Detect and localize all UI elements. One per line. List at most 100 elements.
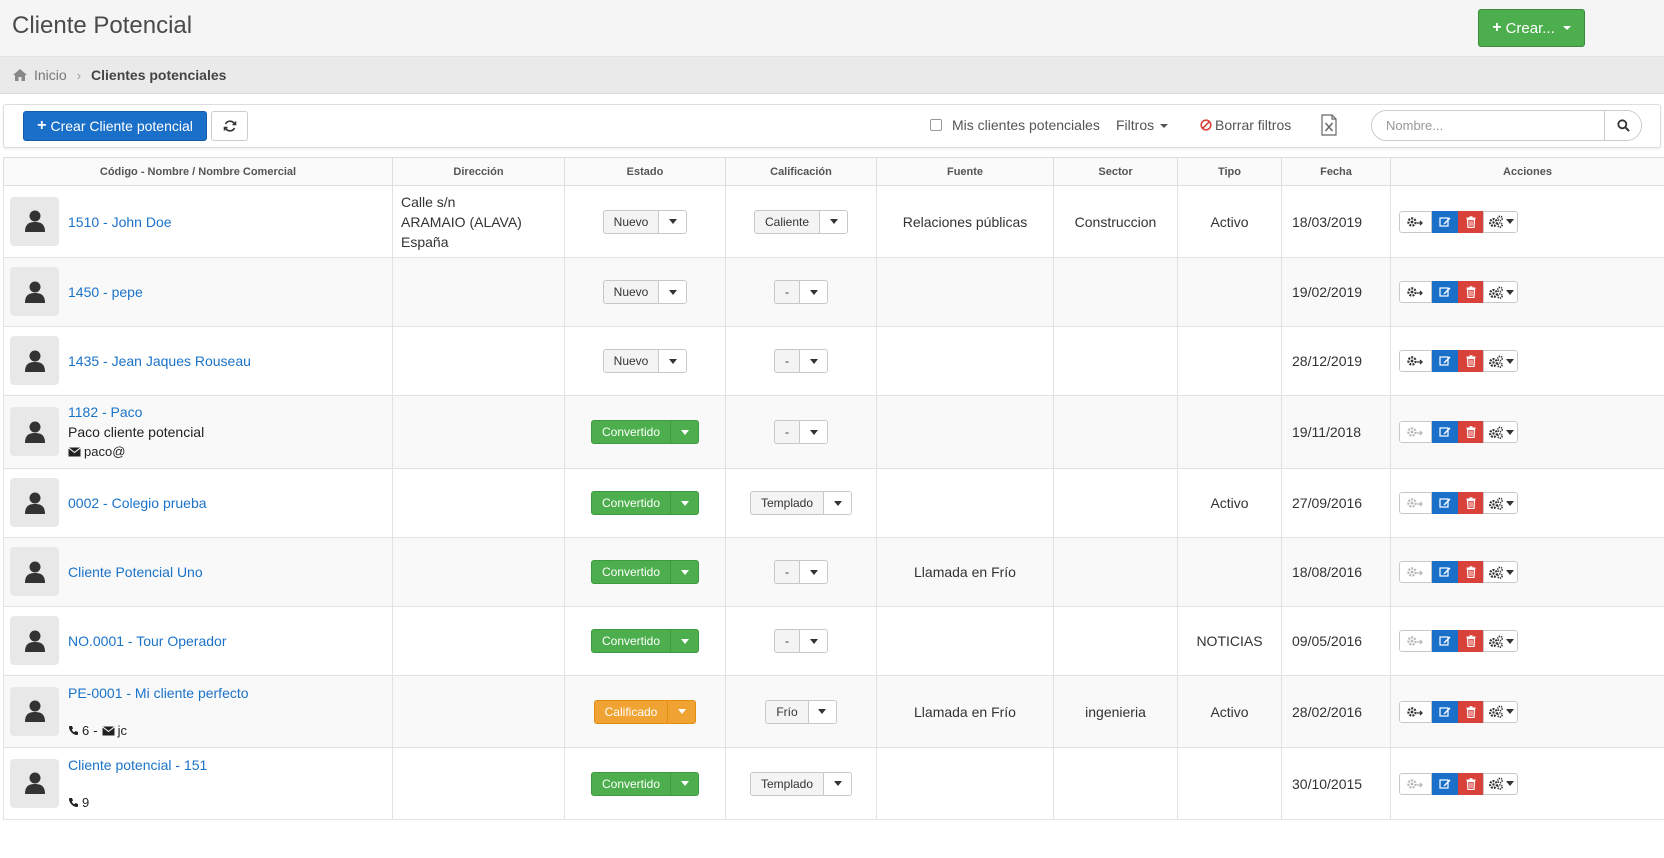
rating-dropdown[interactable]: Templado: [749, 491, 853, 515]
lead-name-link[interactable]: 1435 - Jean Jaques Rouseau: [68, 351, 388, 371]
rating-toggle[interactable]: [823, 772, 852, 795]
rating-value[interactable]: -: [775, 630, 799, 652]
status-toggle[interactable]: [658, 350, 687, 372]
delete-button[interactable]: [1458, 350, 1483, 372]
status-toggle[interactable]: [670, 561, 698, 583]
rating-value[interactable]: Caliente: [755, 211, 819, 233]
rating-toggle[interactable]: [799, 561, 827, 583]
column-header[interactable]: Estado: [564, 157, 726, 186]
more-actions-button[interactable]: [1483, 561, 1518, 583]
convert-button[interactable]: [1399, 210, 1432, 233]
more-actions-button[interactable]: [1483, 421, 1518, 443]
rating-dropdown[interactable]: -: [774, 629, 828, 653]
status-toggle[interactable]: [670, 772, 698, 795]
convert-button[interactable]: [1399, 630, 1432, 652]
rating-dropdown[interactable]: Caliente: [753, 209, 849, 234]
convert-button[interactable]: [1399, 772, 1432, 795]
convert-button[interactable]: [1399, 561, 1432, 583]
more-actions-button[interactable]: [1483, 281, 1518, 303]
convert-button[interactable]: [1399, 700, 1432, 723]
edit-button[interactable]: [1432, 492, 1458, 514]
edit-button[interactable]: [1432, 350, 1458, 372]
create-lead-button[interactable]: + Crear Cliente potencial: [23, 111, 207, 141]
rating-value[interactable]: Templado: [751, 492, 823, 514]
column-header[interactable]: Fecha: [1281, 157, 1391, 186]
rating-toggle[interactable]: [799, 421, 827, 443]
search-button[interactable]: [1604, 111, 1641, 140]
rating-dropdown[interactable]: -: [774, 560, 828, 584]
delete-button[interactable]: [1458, 700, 1483, 723]
rating-dropdown[interactable]: -: [774, 349, 828, 373]
convert-button[interactable]: [1399, 421, 1432, 443]
column-header[interactable]: Dirección: [392, 157, 565, 186]
status-value[interactable]: Convertido: [592, 492, 670, 514]
rating-value[interactable]: -: [775, 421, 799, 443]
lead-name-link[interactable]: Cliente potencial - 151: [68, 755, 388, 775]
more-actions-button[interactable]: [1483, 492, 1518, 514]
lead-email[interactable]: jc: [118, 721, 127, 741]
rating-dropdown[interactable]: Frío: [765, 699, 837, 724]
column-header[interactable]: Fuente: [876, 157, 1054, 186]
search-input[interactable]: [1372, 111, 1604, 140]
delete-button[interactable]: [1458, 630, 1483, 652]
status-dropdown[interactable]: Convertido: [590, 420, 700, 444]
more-actions-button[interactable]: [1483, 630, 1518, 652]
delete-button[interactable]: [1458, 492, 1483, 514]
rating-dropdown[interactable]: -: [774, 420, 828, 444]
rating-dropdown[interactable]: Templado: [749, 771, 853, 796]
status-toggle[interactable]: [658, 281, 687, 303]
lead-name-link[interactable]: 1182 - Paco: [68, 402, 388, 422]
lead-name-link[interactable]: 1450 - pepe: [68, 282, 388, 302]
rating-dropdown[interactable]: -: [774, 280, 828, 304]
status-value[interactable]: Nuevo: [604, 281, 659, 303]
status-dropdown[interactable]: Convertido: [590, 629, 700, 653]
status-toggle[interactable]: [667, 700, 695, 723]
column-header[interactable]: Tipo: [1177, 157, 1282, 186]
status-toggle[interactable]: [670, 421, 698, 443]
filters-dropdown[interactable]: Filtros: [1116, 117, 1169, 133]
status-value[interactable]: Convertido: [592, 421, 670, 443]
status-value[interactable]: Calificado: [595, 701, 668, 723]
more-actions-button[interactable]: [1483, 350, 1518, 372]
my-leads-checkbox[interactable]: [930, 119, 942, 131]
clear-filters-button[interactable]: Borrar filtros: [1200, 117, 1291, 133]
lead-name-link[interactable]: 0002 - Colegio prueba: [68, 493, 388, 513]
status-dropdown[interactable]: Nuevo: [602, 349, 688, 373]
column-header[interactable]: Sector: [1053, 157, 1178, 186]
create-menu-button[interactable]: + Crear...: [1478, 9, 1585, 47]
status-dropdown[interactable]: Convertido: [590, 560, 700, 584]
edit-button[interactable]: [1432, 281, 1458, 303]
delete-button[interactable]: [1458, 772, 1483, 795]
rating-value[interactable]: -: [775, 281, 799, 303]
lead-email[interactable]: paco@: [84, 442, 125, 462]
status-dropdown[interactable]: Calificado: [593, 699, 697, 724]
status-value[interactable]: Convertido: [592, 773, 670, 795]
lead-name-link[interactable]: Cliente Potencial Uno: [68, 562, 388, 582]
convert-button[interactable]: [1399, 492, 1432, 514]
rating-value[interactable]: -: [775, 350, 799, 372]
more-actions-button[interactable]: [1483, 700, 1518, 723]
breadcrumb-home-link[interactable]: Inicio: [34, 67, 67, 83]
rating-toggle[interactable]: [819, 210, 848, 233]
edit-button[interactable]: [1432, 630, 1458, 652]
status-value[interactable]: Convertido: [592, 630, 670, 652]
rating-toggle[interactable]: [823, 492, 852, 514]
status-value[interactable]: Nuevo: [604, 350, 659, 372]
rating-toggle[interactable]: [799, 350, 827, 372]
more-actions-button[interactable]: [1483, 210, 1518, 233]
status-dropdown[interactable]: Nuevo: [602, 209, 688, 234]
status-value[interactable]: Convertido: [592, 561, 670, 583]
edit-button[interactable]: [1432, 700, 1458, 723]
delete-button[interactable]: [1458, 281, 1483, 303]
my-leads-label[interactable]: Mis clientes potenciales: [952, 117, 1100, 133]
status-dropdown[interactable]: Convertido: [590, 771, 700, 796]
status-toggle[interactable]: [658, 210, 687, 233]
edit-button[interactable]: [1432, 421, 1458, 443]
refresh-button[interactable]: [211, 111, 248, 141]
status-toggle[interactable]: [670, 492, 698, 514]
lead-name-link[interactable]: 1510 - John Doe: [68, 212, 388, 232]
status-dropdown[interactable]: Nuevo: [602, 280, 688, 304]
more-actions-button[interactable]: [1483, 772, 1518, 795]
lead-name-link[interactable]: PE-0001 - Mi cliente perfecto: [68, 683, 388, 703]
rating-toggle[interactable]: [799, 630, 827, 652]
